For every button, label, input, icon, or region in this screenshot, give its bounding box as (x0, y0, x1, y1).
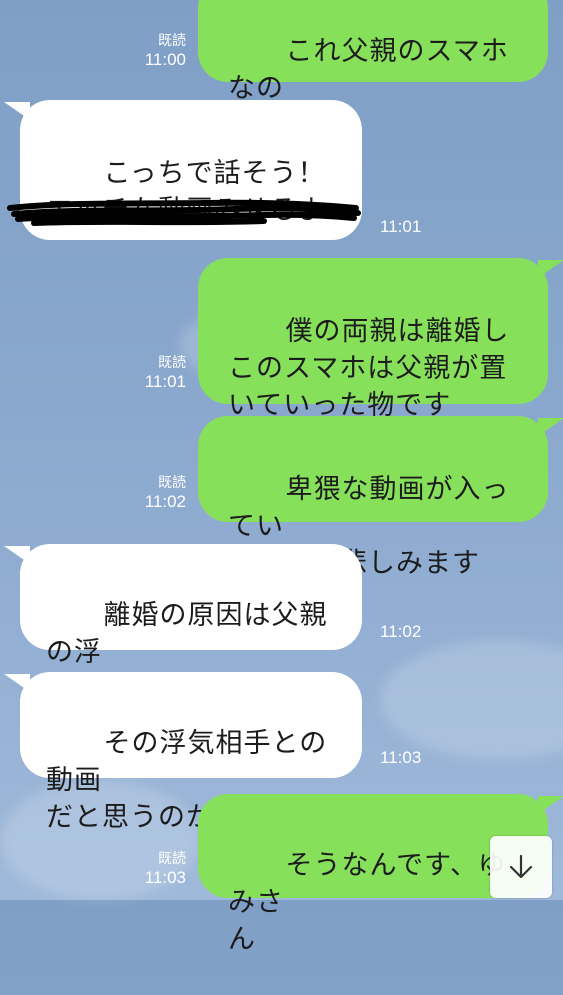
message-meta: 既読 11:01 (120, 352, 186, 392)
message-meta: 既読 11:00 (120, 30, 186, 70)
read-receipt: 既読 (158, 474, 186, 490)
arrow-down-icon (509, 854, 533, 879)
message-time: 11:02 (144, 492, 186, 511)
chat-area[interactable]: これ父親のスマホなの で 既読 11:00 こっちで話そう！ エッチな動画みせる… (0, 0, 563, 955)
bubble-tail (538, 260, 563, 278)
message-bubble[interactable]: その浮気相手との動画 だと思うのか？ (20, 672, 362, 833)
read-receipt: 既読 (158, 850, 186, 866)
message-meta: 既読 11:02 (120, 472, 186, 512)
bubble-tail (538, 418, 563, 436)
redaction-scribble (7, 199, 361, 226)
scroll-to-bottom-button[interactable] (490, 836, 552, 898)
read-receipt: 既読 (158, 32, 186, 48)
read-receipt: 既読 (158, 354, 186, 370)
message-bubble[interactable]: 僕の両親は離婚し このスマホは父親が置 いていった物です (198, 258, 548, 421)
message-time: 11:01 (144, 372, 186, 391)
message-time: 11:03 (144, 868, 186, 887)
message-time: 11:03 (380, 748, 422, 767)
message-text: そうなんです、ゆみさ ん (228, 850, 506, 955)
message-text: 僕の両親は離婚し このスマホは父親が置 いていった物です (228, 316, 510, 421)
message-time: 11:01 (380, 217, 422, 236)
message-bubble[interactable]: 離婚の原因は父親の浮 気なのか？ (20, 544, 362, 705)
message-bubble[interactable]: これ父親のスマホなの で (198, 0, 548, 141)
bubble-tail (538, 796, 563, 814)
message-time: 11:00 (144, 50, 186, 69)
message-time: 11:02 (380, 622, 422, 641)
message-bubble[interactable]: 卑猥な動画が入ってい ると母が悲しみます (198, 416, 548, 579)
message-meta: 既読 11:03 (120, 848, 186, 888)
